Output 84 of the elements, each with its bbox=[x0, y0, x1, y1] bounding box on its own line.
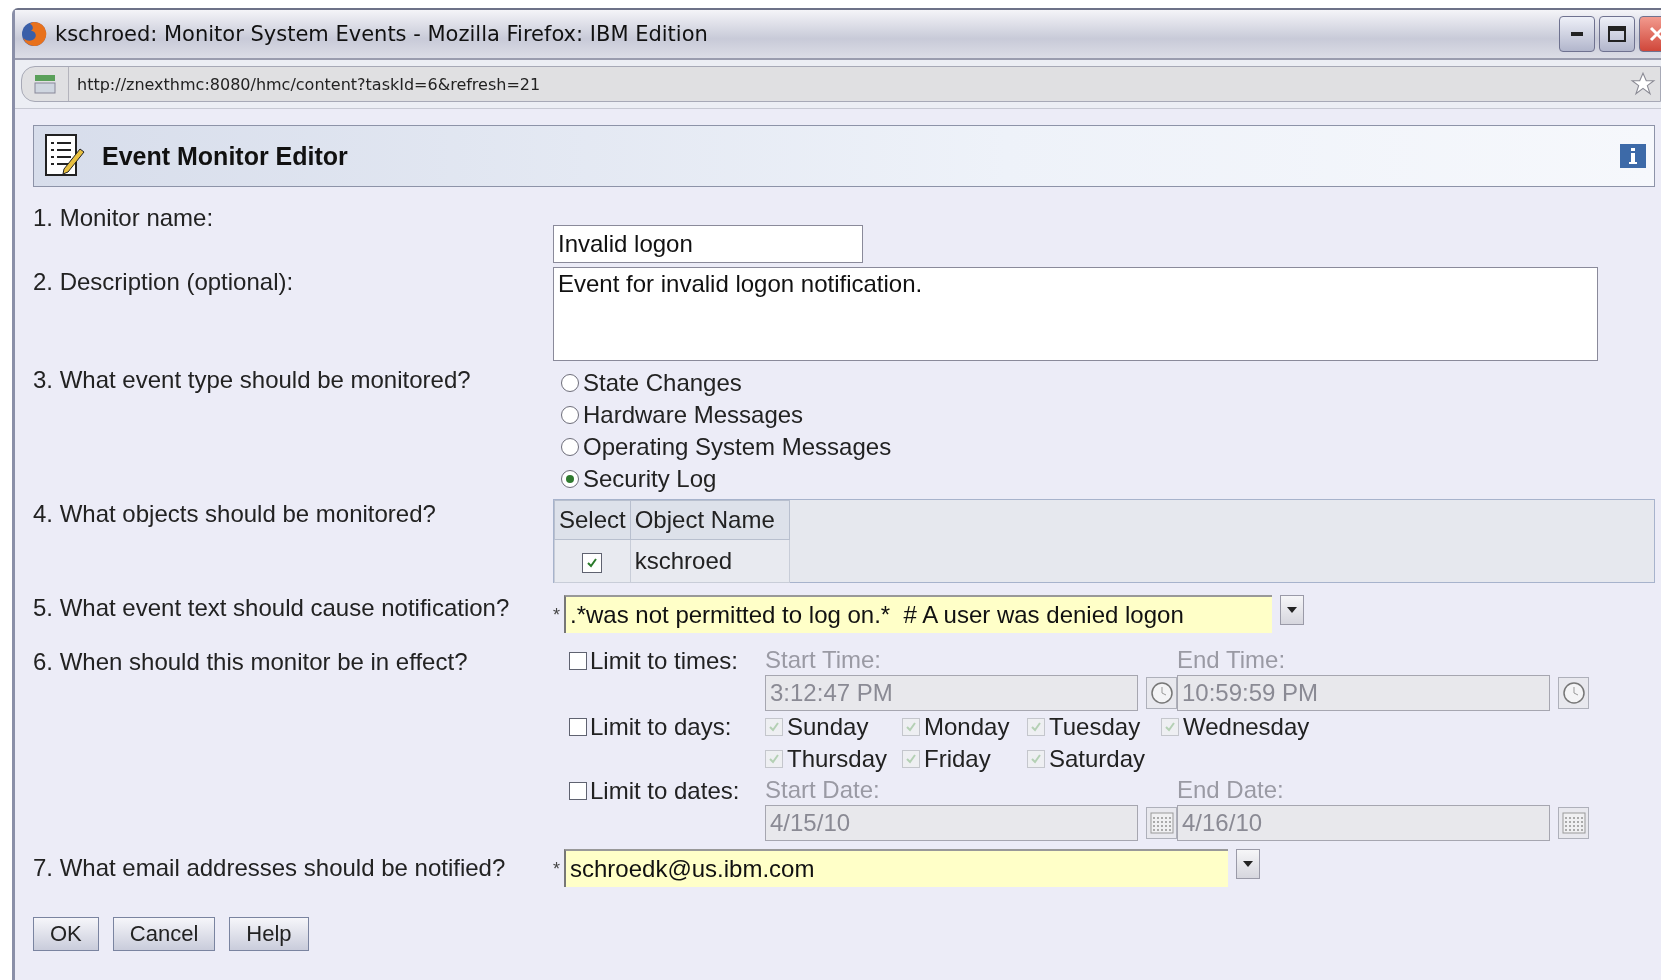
time-picker-button[interactable] bbox=[1146, 677, 1177, 709]
checkbox-label: Sunday bbox=[787, 713, 869, 741]
dropdown-button[interactable] bbox=[1280, 595, 1304, 625]
radio-label: Hardware Messages bbox=[583, 401, 804, 429]
checkbox-label: Friday bbox=[924, 745, 991, 773]
field-label: 7. What email addresses should be notified? bbox=[33, 853, 507, 883]
clock-icon bbox=[1149, 681, 1174, 705]
field-label: 5. What event text should cause notification? bbox=[33, 593, 511, 623]
checklist-pencil-icon bbox=[44, 133, 86, 179]
clock-icon bbox=[1561, 681, 1586, 705]
checkmark-icon bbox=[1164, 721, 1176, 733]
checkbox[interactable] bbox=[582, 553, 603, 573]
close-icon bbox=[1649, 26, 1661, 42]
radio-label: Operating System Messages bbox=[583, 433, 892, 461]
radio-button[interactable] bbox=[561, 406, 579, 424]
caret-icon bbox=[1243, 861, 1253, 867]
checkmark-icon bbox=[905, 721, 917, 733]
info-icon[interactable] bbox=[1620, 144, 1646, 168]
checkbox-label: Limit to dates: bbox=[590, 777, 740, 805]
maximize-icon bbox=[1608, 26, 1626, 42]
checkmark-icon bbox=[768, 721, 780, 733]
maximize-button[interactable] bbox=[1599, 16, 1635, 52]
site-icon bbox=[33, 73, 57, 95]
checkmark-icon bbox=[768, 753, 780, 765]
checkbox-label: Tuesday bbox=[1049, 713, 1141, 741]
calendar-icon bbox=[1149, 812, 1174, 834]
address-bar[interactable]: http://znexthmc:8080/hmc/content?taskId=6&refresh=21 bbox=[21, 66, 1661, 102]
checkbox-label: Wednesday bbox=[1183, 713, 1310, 741]
window-title: kschroed: Monitor System Events - Mozilla Firefox: IBM Edition bbox=[55, 22, 709, 46]
calendar-icon bbox=[1561, 812, 1586, 834]
checkbox-label: Limit to times: bbox=[590, 647, 739, 675]
caret-icon bbox=[1287, 607, 1297, 613]
radio-label: State Changes bbox=[583, 369, 742, 397]
checkbox[interactable] bbox=[765, 718, 783, 736]
field-label: End Date: bbox=[1177, 775, 1285, 805]
checkmark-icon bbox=[586, 557, 599, 569]
checkbox-label: Monday bbox=[924, 713, 1010, 741]
column-header: Object Name bbox=[630, 500, 790, 540]
checkmark-icon bbox=[1030, 721, 1042, 733]
panel-title: Event Monitor Editor bbox=[102, 141, 349, 171]
minimize-button[interactable] bbox=[1559, 16, 1595, 52]
checkbox[interactable] bbox=[765, 750, 783, 768]
checkbox[interactable] bbox=[569, 782, 587, 800]
field-label: Start Time: bbox=[765, 645, 883, 675]
checkbox[interactable] bbox=[569, 652, 587, 670]
event-text-field[interactable]: .*was not permitted to log on.* # A user was denied logon bbox=[564, 595, 1272, 633]
checkbox[interactable] bbox=[902, 718, 920, 736]
checkbox-label: Saturday bbox=[1049, 745, 1146, 773]
description-field[interactable]: Event for invalid logon notification. bbox=[553, 267, 1598, 361]
required-mark: * bbox=[553, 605, 560, 626]
field-label: Start Date: bbox=[765, 775, 881, 805]
checkbox-label: Thursday bbox=[787, 745, 888, 773]
time-picker-button[interactable] bbox=[1558, 677, 1589, 709]
browser-logo-icon bbox=[21, 21, 47, 47]
checkmark-icon bbox=[1030, 753, 1042, 765]
column-header: Select bbox=[554, 500, 631, 540]
field-label: 3. What event type should be monitored? bbox=[33, 365, 472, 395]
checkbox[interactable] bbox=[1161, 718, 1179, 736]
dialog-button[interactable]: Help bbox=[229, 917, 309, 951]
table-cell: kschroed bbox=[630, 539, 790, 583]
dialog-button[interactable]: OK bbox=[33, 917, 99, 951]
radio-button[interactable] bbox=[561, 374, 579, 392]
field-label: End Time: bbox=[1177, 645, 1287, 675]
field-label: 6. When should this monitor be in effect? bbox=[33, 647, 469, 677]
checkbox[interactable] bbox=[1027, 718, 1045, 736]
radio-button[interactable] bbox=[561, 470, 579, 488]
checkbox[interactable] bbox=[902, 750, 920, 768]
radio-label: Security Log bbox=[583, 465, 717, 493]
checkbox[interactable] bbox=[569, 718, 587, 736]
checkmark-icon bbox=[905, 753, 917, 765]
checkbox[interactable] bbox=[1027, 750, 1045, 768]
radio-button[interactable] bbox=[561, 438, 579, 456]
minimize-icon bbox=[1571, 32, 1583, 36]
email-field[interactable]: schroedk@us.ibm.com bbox=[564, 849, 1228, 887]
url-text: http://znexthmc:8080/hmc/content?taskId=6&refresh=21 bbox=[76, 74, 542, 94]
field-label: 4. What objects should be monitored? bbox=[33, 499, 437, 529]
field-label: 2. Description (optional): bbox=[33, 267, 295, 297]
required-mark: * bbox=[553, 859, 560, 880]
field-label: 1. Monitor name: bbox=[33, 203, 215, 233]
dropdown-button[interactable] bbox=[1236, 849, 1260, 879]
dialog-button[interactable]: Cancel bbox=[112, 917, 216, 951]
star-icon[interactable] bbox=[1630, 71, 1656, 97]
monitor-name-field[interactable]: Invalid logon bbox=[553, 225, 863, 263]
checkbox-label: Limit to days: bbox=[590, 713, 732, 741]
